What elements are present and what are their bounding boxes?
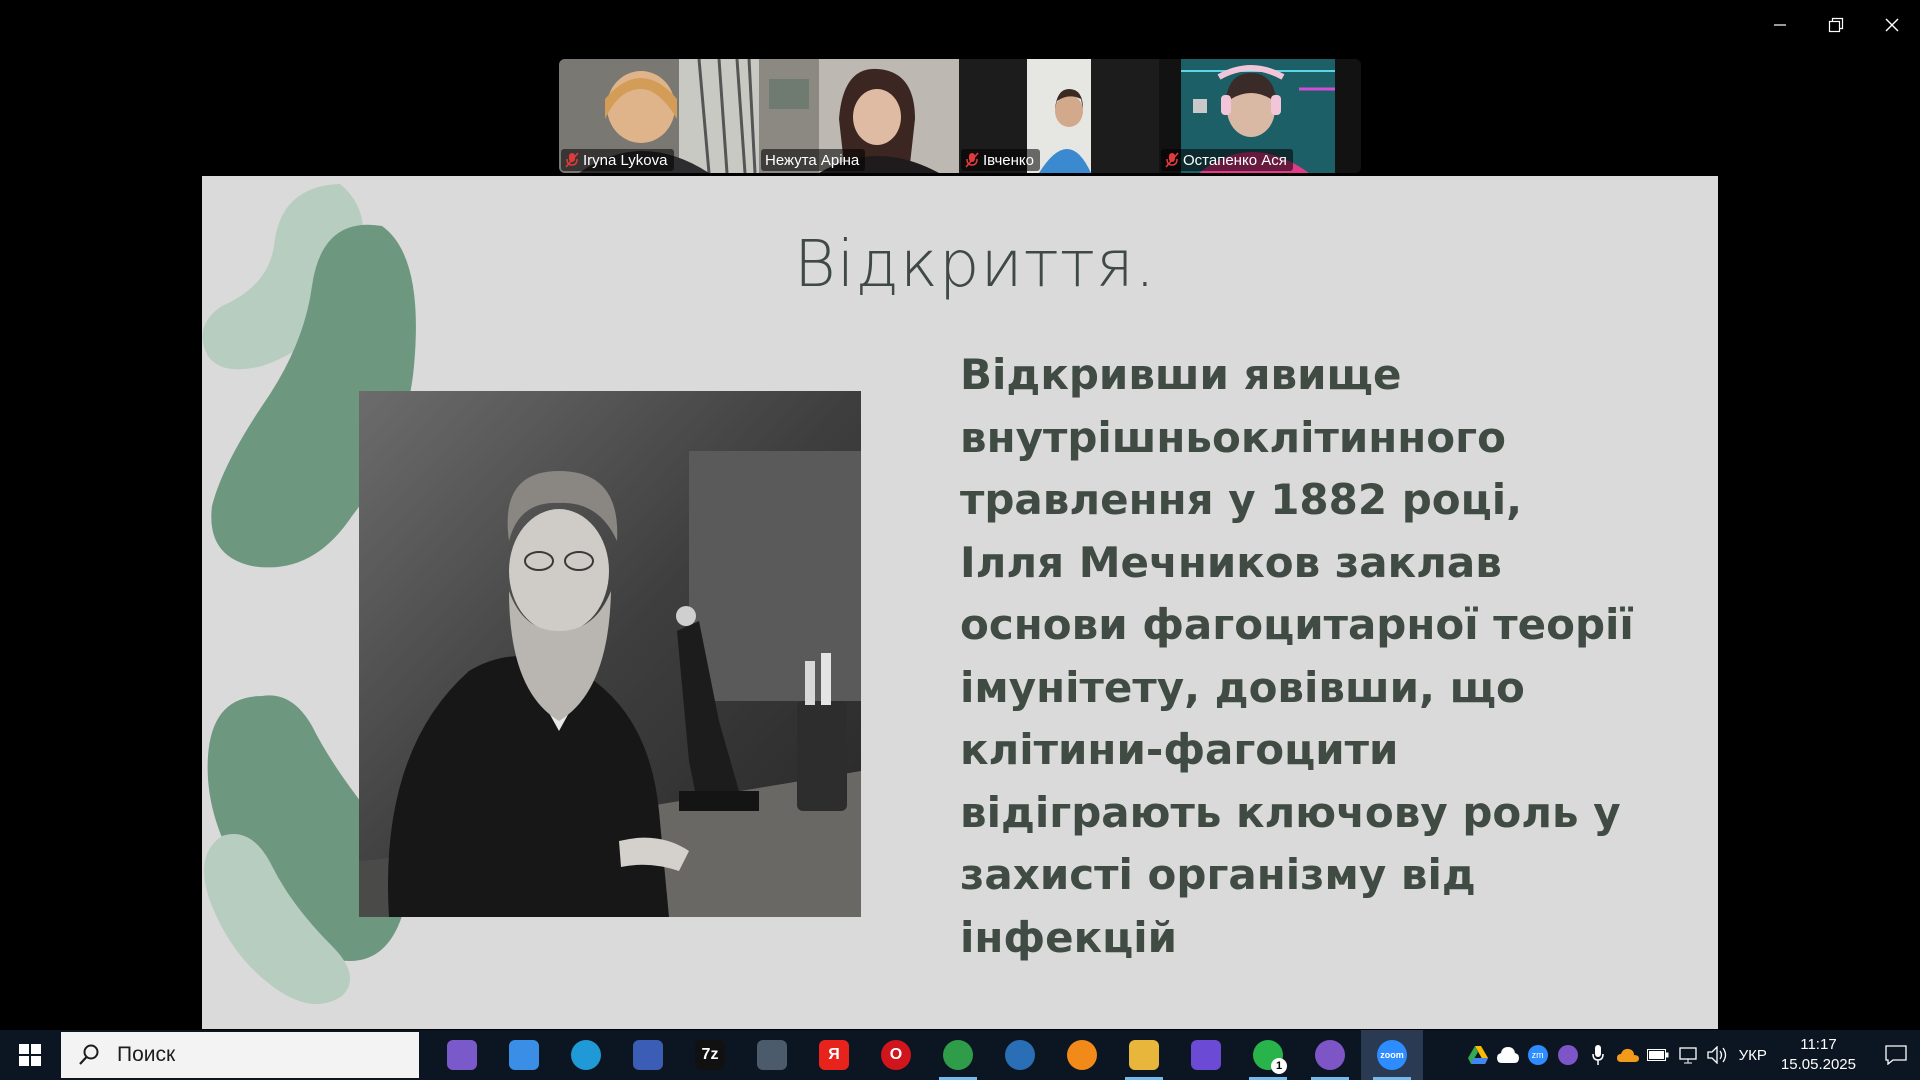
system-tray: zm УКР 11:17 15.05.2025 bbox=[1463, 1030, 1920, 1080]
taskbar: Поиск 7z Я O 1 zoom zm УКР 11:17 15.05.2… bbox=[0, 1030, 1920, 1080]
taskbar-app-whatsapp[interactable]: 1 bbox=[1237, 1030, 1299, 1080]
participant-name-badge: Нежута Аріна bbox=[761, 149, 866, 171]
participant-strip: Iryna Lykova Нежута Аріна Івченко Остапе… bbox=[559, 59, 1361, 173]
minimize-icon bbox=[1774, 24, 1786, 26]
edge-icon bbox=[571, 1040, 601, 1070]
window-controls bbox=[1752, 0, 1920, 50]
close-icon bbox=[1885, 18, 1899, 32]
taskbar-apps: 7z Я O 1 zoom bbox=[431, 1030, 1423, 1080]
taskbar-app-opera[interactable]: O bbox=[865, 1030, 927, 1080]
viber-tray-icon[interactable] bbox=[1553, 1030, 1583, 1080]
file-explorer-icon bbox=[1129, 1040, 1159, 1070]
taskbar-app-file-explorer[interactable] bbox=[1113, 1030, 1175, 1080]
clock-time: 11:17 bbox=[1800, 1036, 1837, 1053]
onedrive-icon[interactable] bbox=[1613, 1030, 1643, 1080]
taskbar-app-zoom[interactable]: zoom bbox=[1361, 1030, 1423, 1080]
slide-title: Відкриття. bbox=[793, 228, 1157, 302]
purple-app-icon bbox=[1191, 1040, 1221, 1070]
microphone-muted-icon bbox=[565, 152, 579, 168]
close-button[interactable] bbox=[1864, 0, 1920, 50]
participant-name: Нежута Аріна bbox=[765, 151, 860, 169]
clock-date: 15.05.2025 bbox=[1780, 1056, 1856, 1073]
battery-icon[interactable] bbox=[1643, 1030, 1673, 1080]
participant-tile[interactable]: Остапенко Ася bbox=[1159, 59, 1361, 173]
opera-icon: O bbox=[881, 1040, 911, 1070]
blue-orb-icon bbox=[1005, 1040, 1035, 1070]
winrar-icon bbox=[447, 1040, 477, 1070]
minimize-button[interactable] bbox=[1752, 0, 1808, 50]
participant-tile[interactable]: Івченко bbox=[959, 59, 1159, 173]
participant-name: Остапенко Ася bbox=[1183, 151, 1287, 169]
taskbar-app-purple-app[interactable] bbox=[1175, 1030, 1237, 1080]
notification-icon bbox=[1885, 1045, 1907, 1065]
taskbar-app-yandex[interactable]: Я bbox=[803, 1030, 865, 1080]
taskbar-app-floppy[interactable] bbox=[617, 1030, 679, 1080]
microphone-muted-icon bbox=[1165, 152, 1179, 168]
taskbar-app-copilot[interactable] bbox=[493, 1030, 555, 1080]
clock[interactable]: 11:17 15.05.2025 bbox=[1781, 1035, 1856, 1075]
cloud-icon[interactable] bbox=[1493, 1030, 1523, 1080]
google-drive-icon[interactable] bbox=[1463, 1030, 1493, 1080]
chrome-icon bbox=[943, 1040, 973, 1070]
search-icon bbox=[79, 1044, 99, 1065]
taskbar-app-network-app[interactable] bbox=[1051, 1030, 1113, 1080]
viber-icon bbox=[1315, 1040, 1345, 1070]
language-indicator[interactable]: УКР bbox=[1739, 1047, 1767, 1064]
taskbar-app-chrome[interactable] bbox=[927, 1030, 989, 1080]
shared-slide: Відкриття. Відкривши явище внутрішньоклі… bbox=[202, 176, 1718, 1029]
floppy-icon bbox=[633, 1040, 663, 1070]
calculator-icon bbox=[757, 1040, 787, 1070]
windows-icon bbox=[19, 1044, 41, 1066]
taskbar-app-blue-orb[interactable] bbox=[989, 1030, 1051, 1080]
taskbar-app-calculator[interactable] bbox=[741, 1030, 803, 1080]
microphone-muted-icon bbox=[965, 152, 979, 168]
yandex-icon: Я bbox=[819, 1040, 849, 1070]
taskbar-app-edge[interactable] bbox=[555, 1030, 617, 1080]
restore-button[interactable] bbox=[1808, 0, 1864, 50]
restore-icon bbox=[1828, 17, 1844, 33]
zoom-icon: zoom bbox=[1377, 1040, 1407, 1070]
slide-body-text: Відкривши явище внутрішньоклітинного тра… bbox=[960, 350, 1634, 962]
notifications-button[interactable] bbox=[1872, 1030, 1920, 1080]
portrait-image bbox=[359, 391, 861, 917]
taskbar-app-viber[interactable] bbox=[1299, 1030, 1361, 1080]
copilot-icon bbox=[509, 1040, 539, 1070]
participant-name: Івченко bbox=[983, 151, 1034, 169]
portrait-photo bbox=[359, 391, 861, 917]
microphone-icon[interactable] bbox=[1583, 1030, 1613, 1080]
participant-tile[interactable]: Нежута Аріна bbox=[759, 59, 959, 173]
start-button[interactable] bbox=[0, 1030, 60, 1080]
participant-name-badge: Iryna Lykova bbox=[561, 149, 674, 171]
7zip-icon: 7z bbox=[695, 1040, 725, 1070]
network-app-icon bbox=[1067, 1040, 1097, 1070]
search-placeholder: Поиск bbox=[117, 1043, 176, 1066]
taskbar-search[interactable]: Поиск bbox=[61, 1032, 419, 1078]
participant-name: Iryna Lykova bbox=[583, 151, 668, 169]
taskbar-app-7zip[interactable]: 7z bbox=[679, 1030, 741, 1080]
participant-name-badge: Івченко bbox=[961, 149, 1040, 171]
network-icon[interactable] bbox=[1673, 1030, 1703, 1080]
zoom-tray-icon[interactable]: zm bbox=[1523, 1030, 1553, 1080]
taskbar-app-winrar[interactable] bbox=[431, 1030, 493, 1080]
participant-name-badge: Остапенко Ася bbox=[1161, 149, 1293, 171]
participant-tile[interactable]: Iryna Lykova bbox=[559, 59, 759, 173]
volume-icon[interactable] bbox=[1703, 1030, 1733, 1080]
notification-badge: 1 bbox=[1271, 1058, 1287, 1074]
